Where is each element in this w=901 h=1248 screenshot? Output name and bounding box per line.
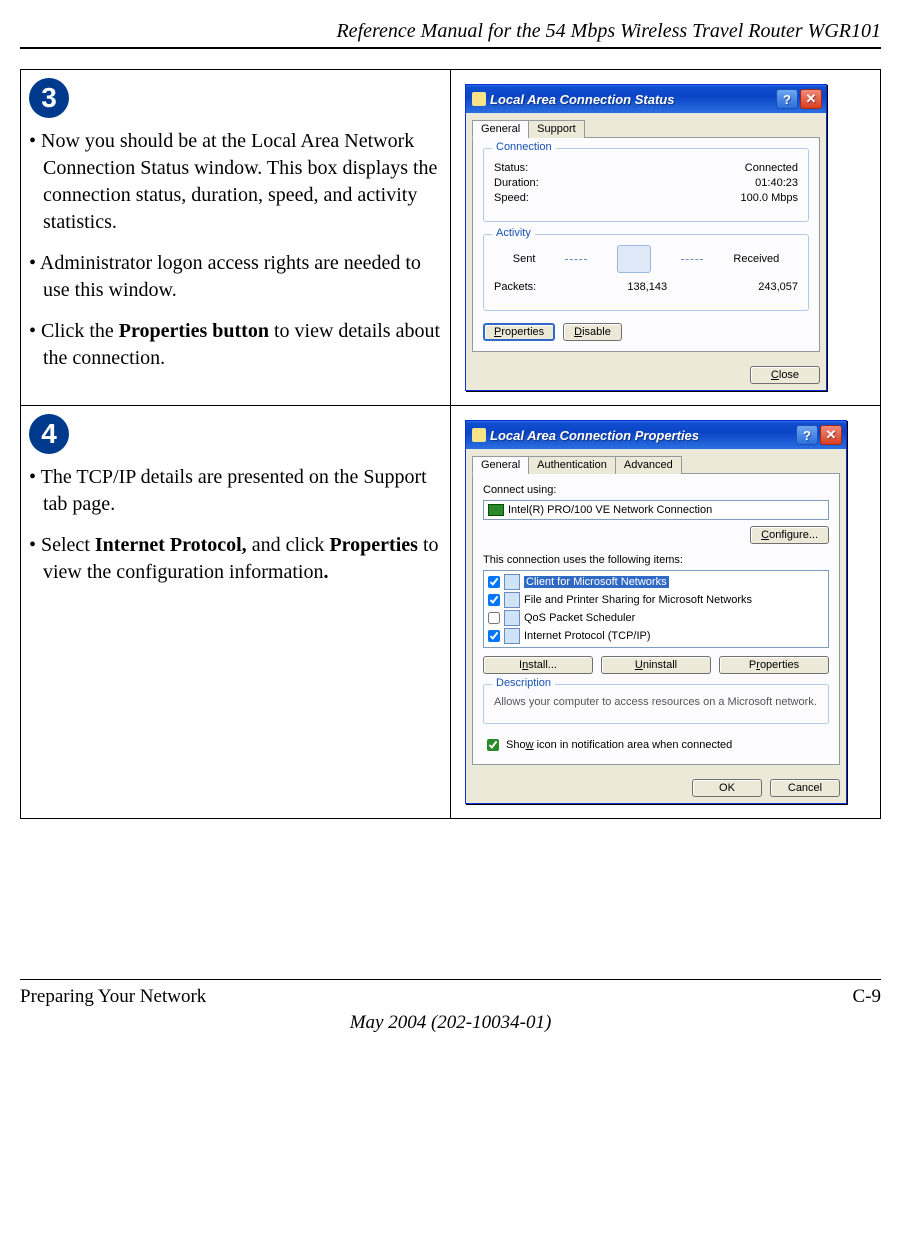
tab-general[interactable]: General (472, 120, 529, 138)
item-label: Client for Microsoft Networks (524, 576, 669, 588)
connection-legend: Connection (492, 141, 556, 153)
list-item[interactable]: Internet Protocol (TCP/IP) (486, 627, 826, 645)
tab-general[interactable]: General (472, 456, 529, 474)
service-icon (504, 592, 520, 608)
disable-button[interactable]: Disable (563, 323, 622, 341)
show-icon-label: Show icon in notification area when conn… (506, 739, 732, 751)
speed-label: Speed: (494, 192, 529, 204)
dash-icon (681, 259, 703, 260)
close-button[interactable]: ✕ (800, 89, 822, 109)
configure-button[interactable]: Configure... (750, 526, 829, 544)
properties-window: Local Area Connection Properties ? ✕ Gen… (465, 420, 847, 804)
properties-button[interactable]: Properties (483, 323, 555, 341)
description-legend: Description (492, 677, 555, 689)
item-label: QoS Packet Scheduler (524, 612, 635, 624)
item-properties-button[interactable]: Properties (719, 656, 829, 674)
item-label: Internet Protocol (TCP/IP) (524, 630, 651, 642)
item-checkbox[interactable] (488, 576, 500, 588)
duration-value: 01:40:23 (755, 177, 798, 189)
item-checkbox[interactable] (488, 594, 500, 606)
dash-icon (565, 259, 587, 260)
list-item[interactable]: Client for Microsoft Networks (486, 573, 826, 591)
tab-support[interactable]: Support (528, 120, 585, 138)
packets-received: 243,057 (758, 281, 798, 293)
cancel-button[interactable]: Cancel (770, 779, 840, 797)
step4-bullet2: • Select Internet Protocol, and click Pr… (43, 532, 442, 586)
footer-left: Preparing Your Network (20, 986, 206, 1008)
step3-bullet1: • Now you should be at the Local Area Ne… (43, 128, 442, 236)
step3-bullet3: • Click the Properties button to view de… (43, 318, 442, 372)
tab-advanced[interactable]: Advanced (615, 456, 682, 474)
list-item[interactable]: File and Printer Sharing for Microsoft N… (486, 591, 826, 609)
service-icon (504, 610, 520, 626)
ok-button[interactable]: OK (692, 779, 762, 797)
footer-right: C-9 (853, 986, 882, 1008)
status-titlebar[interactable]: Local Area Connection Status ? ✕ (466, 85, 826, 113)
item-checkbox[interactable] (488, 612, 500, 624)
adapter-icon (488, 504, 504, 516)
connect-using-label: Connect using: (483, 484, 829, 496)
packets-sent: 138,143 (536, 281, 758, 293)
install-button[interactable]: Install... (483, 656, 593, 674)
help-button[interactable]: ? (796, 425, 818, 445)
window-icon (472, 428, 486, 442)
speed-value: 100.0 Mbps (741, 192, 798, 204)
doc-header: Reference Manual for the 54 Mbps Wireles… (20, 20, 881, 49)
description-text: Allows your computer to access resources… (494, 695, 818, 709)
status-label: Status: (494, 162, 528, 174)
close-button[interactable]: ✕ (820, 425, 842, 445)
properties-title: Local Area Connection Properties (490, 428, 699, 443)
received-label: Received (733, 253, 779, 265)
status-value: Connected (745, 162, 798, 174)
item-label: File and Printer Sharing for Microsoft N… (524, 594, 752, 606)
list-item[interactable]: QoS Packet Scheduler (486, 609, 826, 627)
help-button[interactable]: ? (776, 89, 798, 109)
properties-titlebar[interactable]: Local Area Connection Properties ? ✕ (466, 421, 846, 449)
client-icon (504, 574, 520, 590)
tab-authentication[interactable]: Authentication (528, 456, 616, 474)
uses-items-label: This connection uses the following items… (483, 554, 829, 566)
close-button[interactable]: Close (750, 366, 820, 384)
page-footer: Preparing Your Network C-9 May 2004 (202… (20, 979, 881, 1034)
step3-bullet2: • Administrator logon access rights are … (43, 250, 442, 304)
sent-label: Sent (513, 253, 536, 265)
duration-label: Duration: (494, 177, 539, 189)
packets-label: Packets: (494, 281, 536, 293)
show-icon-checkbox[interactable] (487, 739, 499, 751)
protocol-icon (504, 628, 520, 644)
adapter-name: Intel(R) PRO/100 VE Network Connection (508, 504, 712, 516)
step-4-badge: 4 (29, 414, 69, 454)
item-checkbox[interactable] (488, 630, 500, 642)
adapter-field: Intel(R) PRO/100 VE Network Connection (483, 500, 829, 520)
items-listbox[interactable]: Client for Microsoft Networks File and P… (483, 570, 829, 648)
window-icon (472, 92, 486, 106)
step4-bullet1: • The TCP/IP details are presented on th… (43, 464, 442, 518)
activity-icon (617, 245, 651, 273)
step-3-badge: 3 (29, 78, 69, 118)
activity-legend: Activity (492, 227, 535, 239)
steps-table: 3 • Now you should be at the Local Area … (20, 69, 881, 819)
footer-date: May 2004 (202-10034-01) (20, 1012, 881, 1034)
uninstall-button[interactable]: Uninstall (601, 656, 711, 674)
status-window: Local Area Connection Status ? ✕ General… (465, 84, 827, 391)
status-title: Local Area Connection Status (490, 92, 674, 107)
